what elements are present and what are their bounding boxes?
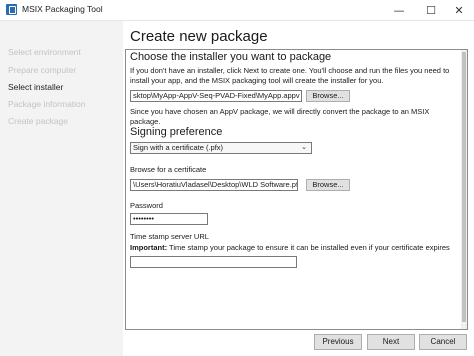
browse-certificate-button[interactable]: Browse... (306, 179, 350, 191)
page-title: Create new package (130, 28, 268, 45)
minimize-icon[interactable]: — (384, 0, 414, 20)
maximize-icon[interactable]: ☐ (416, 0, 446, 20)
scrollbar-thumb[interactable] (462, 52, 466, 322)
msix-app-icon (6, 4, 17, 15)
nav-package-information: Package information (8, 99, 86, 109)
cancel-button[interactable]: Cancel (419, 334, 467, 350)
password-field[interactable]: •••••••• (130, 213, 208, 225)
nav-prepare-computer: Prepare computer (8, 65, 77, 75)
nav-select-installer[interactable]: Select installer (8, 82, 63, 92)
next-button[interactable]: Next (367, 334, 415, 350)
previous-button[interactable]: Previous (314, 334, 362, 350)
certificate-path-field[interactable]: \Users\HoratiuVladasel\Desktop\WLD Softw… (130, 179, 298, 191)
signing-preference-select[interactable]: Sign with a certificate (.pfx) ⌄ (130, 142, 312, 154)
installer-path-field[interactable]: sktop\MyApp-AppV-Seq-PVAD-Fixed\MyApp.ap… (130, 90, 302, 102)
password-label: Password (130, 201, 163, 210)
important-label: Important: (130, 243, 168, 252)
title-bar: MSIX Packaging Tool — ☐ ✕ (0, 0, 474, 21)
content-panel: Choose the installer you want to package… (125, 49, 468, 330)
timestamp-url-field[interactable] (130, 256, 297, 268)
appv-note: Since you have chosen an AppV package, w… (130, 107, 430, 126)
important-text: Time stamp your package to ensure it can… (169, 243, 450, 252)
certificate-label: Browse for a certificate (130, 165, 207, 174)
important-note: Important: Time stamp your package to en… (130, 243, 464, 253)
installer-description: If you don't have an installer, click Ne… (130, 66, 450, 85)
installer-heading: Choose the installer you want to package (130, 51, 332, 63)
browse-installer-button[interactable]: Browse... (306, 90, 350, 102)
close-icon[interactable]: ✕ (444, 0, 474, 20)
content-scrollbar[interactable] (461, 50, 467, 329)
nav-create-package: Create package (8, 116, 69, 126)
chevron-down-icon: ⌄ (301, 144, 307, 151)
wizard-steps-sidebar: Select environment Prepare computer Sele… (0, 21, 123, 356)
timestamp-label: Time stamp server URL (130, 232, 209, 241)
signing-selected-option: Sign with a certificate (.pfx) (133, 143, 224, 152)
window-title: MSIX Packaging Tool (22, 4, 103, 14)
nav-select-environment: Select environment (8, 47, 81, 57)
signing-heading: Signing preference (130, 126, 223, 138)
